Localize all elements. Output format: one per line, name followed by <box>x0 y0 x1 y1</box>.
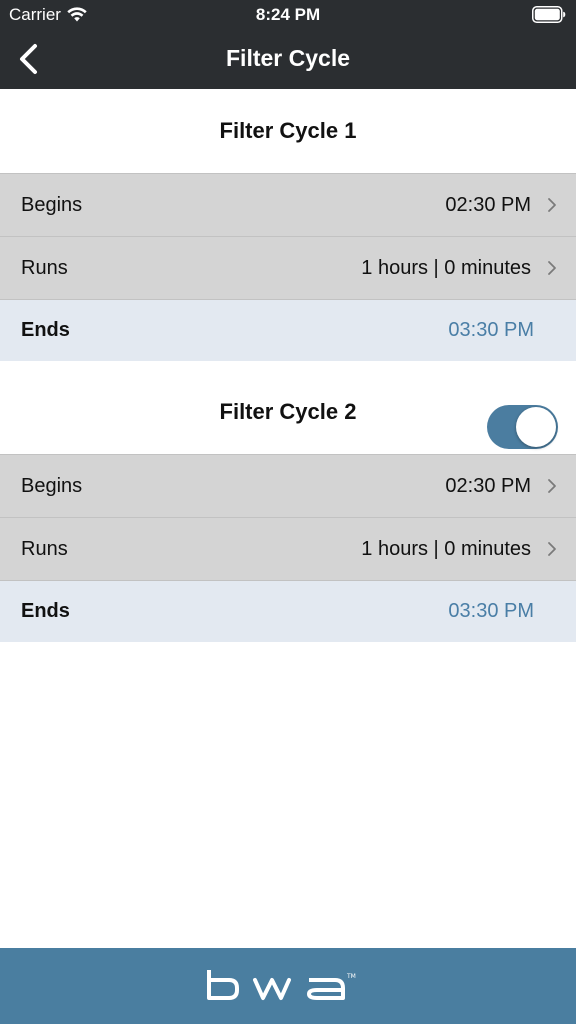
battery-icon <box>532 6 566 23</box>
filter-cycle-2-section: Filter Cycle 2 Begins 02:30 PM Runs 1 ho… <box>0 370 576 642</box>
status-bar: Carrier 8:24 PM <box>0 0 576 30</box>
begins-label: Begins <box>21 474 83 497</box>
filter-cycle-1-section: Filter Cycle 1 Begins 02:30 PM Runs 1 ho… <box>0 89 576 361</box>
ends-value: 03:30 PM <box>448 600 534 622</box>
app-footer: TM <box>0 948 576 1024</box>
bwa-logo: TM <box>207 970 356 1000</box>
runs-label: Runs <box>21 256 68 279</box>
app-header: Carrier 8:24 PM Filter Cycle <box>0 0 576 89</box>
navigation-bar: Filter Cycle <box>0 30 576 89</box>
ends-row-cycle-1: Ends 03:30 PM <box>0 299 576 361</box>
filter-cycle-2-title: Filter Cycle 2 <box>219 399 357 424</box>
filter-cycle-1-title: Filter Cycle 1 <box>219 118 357 143</box>
filter-cycle-2-toggle[interactable] <box>487 405 558 449</box>
status-time: 8:24 PM <box>255 5 321 24</box>
filter-cycle-2-header: Filter Cycle 2 <box>0 370 576 454</box>
ends-label: Ends <box>21 600 70 622</box>
chevron-right-icon <box>548 198 556 212</box>
chevron-right-icon <box>548 542 556 556</box>
begins-label: Begins <box>21 193 83 216</box>
runs-row-cycle-2[interactable]: Runs 1 hours | 0 minutes <box>0 517 576 580</box>
page-title: Filter Cycle <box>226 45 350 71</box>
ends-label: Ends <box>21 319 70 341</box>
runs-value: 1 hours | 0 minutes <box>361 256 531 279</box>
begins-value: 02:30 PM <box>445 474 531 497</box>
begins-row-cycle-1[interactable]: Begins 02:30 PM <box>0 173 576 236</box>
chevron-right-icon <box>548 479 556 493</box>
ends-value: 03:30 PM <box>448 319 534 341</box>
chevron-right-icon <box>548 261 556 275</box>
toggle-knob <box>516 407 556 447</box>
runs-row-cycle-1[interactable]: Runs 1 hours | 0 minutes <box>0 236 576 299</box>
begins-row-cycle-2[interactable]: Begins 02:30 PM <box>0 454 576 517</box>
svg-text:TM: TM <box>346 973 356 980</box>
runs-label: Runs <box>21 537 68 560</box>
ends-row-cycle-2: Ends 03:30 PM <box>0 580 576 642</box>
begins-value: 02:30 PM <box>445 193 531 216</box>
runs-value: 1 hours | 0 minutes <box>361 537 531 560</box>
